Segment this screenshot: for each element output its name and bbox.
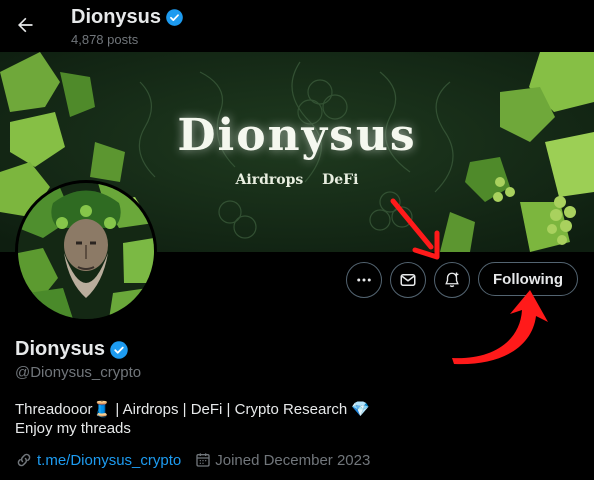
avatar-image bbox=[18, 183, 154, 319]
top-bar: Dionysus 4,878 posts bbox=[0, 0, 594, 52]
back-button[interactable] bbox=[8, 8, 42, 42]
notify-button[interactable] bbox=[434, 262, 470, 298]
header-title-text: Dionysus bbox=[71, 6, 162, 28]
profile-name-text: Dionysus bbox=[15, 338, 106, 360]
annotation-arrow-curved bbox=[452, 290, 548, 365]
profile-link[interactable]: t.me/Dionysus_crypto bbox=[37, 452, 181, 469]
bio-line-1: Threadooor🧵 | Airdrops | DeFi | Crypto R… bbox=[15, 401, 371, 418]
envelope-icon bbox=[400, 274, 416, 286]
calendar-icon bbox=[196, 453, 210, 467]
posts-count: 4,878 posts bbox=[71, 32, 139, 47]
verified-badge-icon[interactable] bbox=[109, 340, 129, 360]
link-icon bbox=[17, 453, 31, 467]
avatar[interactable] bbox=[15, 180, 157, 322]
verified-badge-icon bbox=[166, 9, 183, 26]
bio-line-2: Enjoy my threads bbox=[15, 420, 131, 437]
profile-meta: t.me/Dionysus_crypto Joined December 202… bbox=[15, 451, 370, 469]
following-button[interactable]: Following bbox=[478, 262, 578, 296]
profile-name: Dionysus bbox=[15, 338, 129, 361]
message-button[interactable] bbox=[390, 262, 426, 298]
profile-handle: @Dionysus_crypto bbox=[15, 364, 142, 381]
more-button[interactable] bbox=[346, 262, 382, 298]
arrow-left-icon bbox=[18, 17, 33, 33]
header-title: Dionysus bbox=[71, 6, 184, 29]
banner-title: Dionysus bbox=[177, 110, 417, 161]
joined-date: Joined December 2023 bbox=[215, 451, 371, 469]
bell-plus-icon bbox=[445, 272, 459, 288]
more-icon bbox=[357, 278, 371, 282]
